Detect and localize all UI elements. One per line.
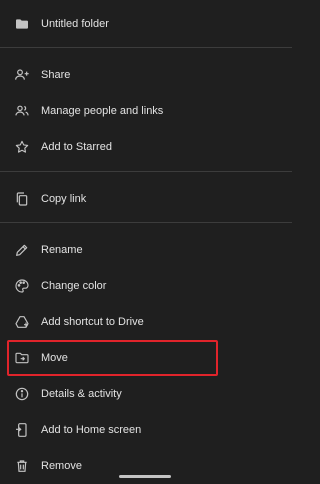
- trash-icon: [14, 458, 30, 474]
- menu-item-add-shortcut[interactable]: Add shortcut to Drive: [0, 304, 292, 340]
- info-icon: [14, 386, 30, 402]
- folder-title: Untitled folder: [41, 18, 109, 30]
- folder-icon: [14, 16, 30, 32]
- menu-item-label: Share: [41, 69, 71, 81]
- palette-icon: [14, 278, 30, 294]
- menu-item-add-to-home-screen[interactable]: Add to Home screen: [0, 412, 292, 448]
- menu-item-copy-link[interactable]: Copy link: [0, 181, 292, 217]
- menu-item-change-color[interactable]: Change color: [0, 268, 292, 304]
- highlight-box: [7, 340, 218, 376]
- divider: [0, 222, 292, 223]
- menu-item-label: Add to Starred: [41, 141, 112, 153]
- menu-item-share[interactable]: Share: [0, 57, 292, 93]
- menu-item-rename[interactable]: Rename: [0, 232, 292, 268]
- people-icon: [14, 103, 30, 119]
- menu-item-label: Details & activity: [41, 388, 122, 400]
- star-icon: [14, 139, 30, 155]
- menu-item-add-to-starred[interactable]: Add to Starred: [0, 129, 292, 165]
- home-screen-icon: [14, 422, 30, 438]
- menu-item-label: Change color: [41, 280, 107, 292]
- menu-item-label: Remove: [41, 460, 82, 472]
- drive-shortcut-icon: [14, 314, 30, 330]
- menu-item-label: Add shortcut to Drive: [41, 316, 144, 328]
- menu-item-remove[interactable]: Remove: [0, 448, 292, 484]
- pencil-icon: [14, 242, 30, 258]
- menu-item-label: Manage people and links: [41, 105, 164, 117]
- menu-item-manage-people[interactable]: Manage people and links: [0, 93, 292, 129]
- person-add-icon: [14, 67, 30, 83]
- menu-item-label: Copy link: [41, 193, 87, 205]
- menu-item-label: Rename: [41, 244, 83, 256]
- menu-item-label: Add to Home screen: [41, 424, 142, 436]
- copy-icon: [14, 191, 30, 207]
- gesture-handle[interactable]: [119, 475, 171, 478]
- folder-header: Untitled folder: [0, 6, 292, 42]
- menu-item-details-activity[interactable]: Details & activity: [0, 376, 292, 412]
- divider: [0, 171, 292, 172]
- bottom-sheet-menu: Untitled folder Share Manage people and …: [0, 0, 292, 482]
- divider: [0, 47, 292, 48]
